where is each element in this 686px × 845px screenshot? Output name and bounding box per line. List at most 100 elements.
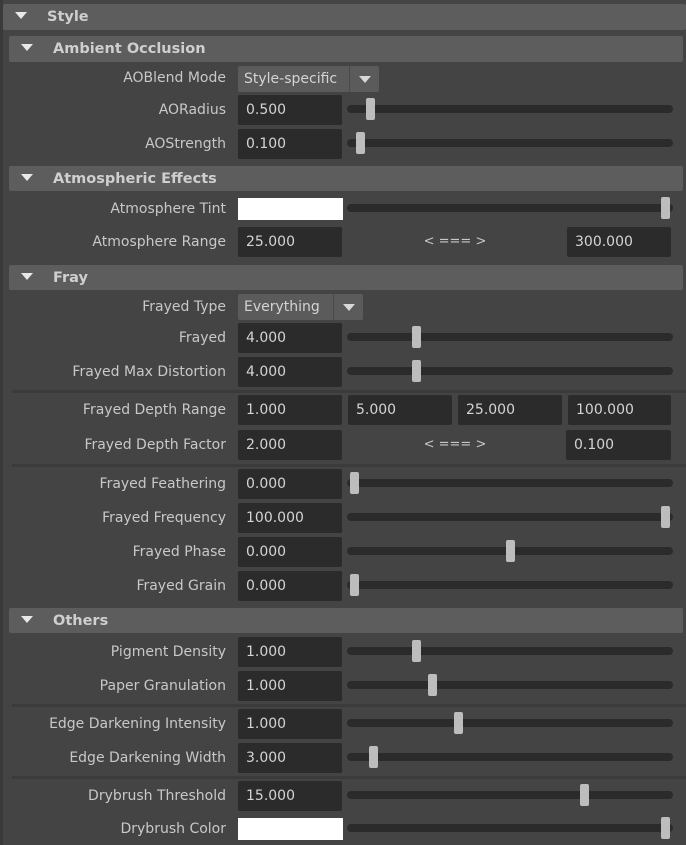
drybrush-threshold-slider[interactable]	[347, 784, 673, 806]
frayed-phase-slider[interactable]	[347, 540, 673, 562]
slider-handle[interactable]	[350, 472, 359, 494]
section-others-header[interactable]: Others	[9, 608, 683, 633]
slider-handle[interactable]	[412, 326, 422, 348]
ao-strength-slider[interactable]	[347, 132, 673, 154]
drybrush-color-label: Drybrush Color	[120, 821, 226, 837]
slider-handle[interactable]	[356, 132, 366, 154]
slider-handle[interactable]	[453, 712, 463, 734]
frayed-maxdist-field[interactable]: 4.000	[238, 357, 342, 387]
depthrange-field-3[interactable]: 25.000	[458, 395, 562, 425]
edge-width-label: Edge Darkening Width	[69, 750, 226, 766]
slider-handle[interactable]	[350, 574, 359, 596]
range-arrow: < === >	[423, 234, 487, 249]
paper-granulation-field[interactable]: 1.000	[238, 671, 342, 701]
frayed-feathering-field[interactable]: 0.000	[238, 469, 342, 499]
atmo-range-max-field[interactable]: 300.000	[567, 227, 671, 257]
edge-intensity-field[interactable]: 1.000	[238, 709, 342, 739]
atmo-tint-slider[interactable]	[347, 197, 673, 219]
depthrange-field-1[interactable]: 1.000	[238, 395, 342, 425]
frayed-frequency-label: Frayed Frequency	[102, 510, 226, 526]
atmo-tint-label: Atmosphere Tint	[110, 201, 226, 217]
drybrush-threshold-field[interactable]: 15.000	[238, 781, 342, 811]
frayed-slider[interactable]	[347, 326, 673, 348]
ao-strength-field[interactable]: 0.100	[238, 129, 342, 159]
frayed-frequency-field[interactable]: 100.000	[238, 503, 342, 533]
divider	[12, 776, 686, 779]
frayed-depthrange-label: Frayed Depth Range	[82, 402, 226, 418]
frayed-type-label: Frayed Type	[142, 299, 226, 315]
slider-handle[interactable]	[580, 784, 590, 806]
depthfactor-max-field[interactable]: 0.100	[566, 430, 671, 460]
slider-handle[interactable]	[427, 674, 437, 696]
pigment-density-field[interactable]: 1.000	[238, 637, 342, 667]
collapse-triangle-icon	[21, 273, 33, 280]
divider	[12, 390, 686, 393]
ao-radius-field[interactable]: 0.500	[238, 95, 342, 125]
edge-intensity-slider[interactable]	[347, 712, 673, 734]
ao-blend-label: AOBlend Mode	[123, 70, 226, 86]
drybrush-threshold-label: Drybrush Threshold	[88, 788, 226, 804]
slider-handle[interactable]	[369, 746, 379, 768]
frayed-feathering-slider[interactable]	[347, 472, 673, 494]
frayed-phase-label: Frayed Phase	[132, 544, 226, 560]
frayed-maxdist-label: Frayed Max Distortion	[72, 364, 226, 380]
frayed-feathering-label: Frayed Feathering	[99, 476, 226, 492]
chevron-down-icon	[343, 304, 355, 311]
frayed-frequency-slider[interactable]	[347, 506, 673, 528]
depthrange-field-2[interactable]: 5.000	[348, 395, 452, 425]
section-fray-header[interactable]: Fray	[9, 265, 683, 290]
slider-handle[interactable]	[412, 360, 422, 382]
depthfactor-min-field[interactable]: 2.000	[238, 430, 342, 460]
paper-granulation-slider[interactable]	[347, 674, 673, 696]
ao-strength-label: AOStrength	[145, 136, 226, 152]
section-title: Fray	[53, 269, 88, 286]
edge-intensity-label: Edge Darkening Intensity	[49, 716, 226, 732]
dropdown-value: Style-specific	[244, 71, 338, 87]
atmo-range-label: Atmosphere Range	[92, 234, 226, 250]
collapse-triangle-icon	[21, 44, 33, 51]
collapse-triangle-icon	[21, 616, 33, 623]
slider-handle[interactable]	[366, 98, 376, 120]
frayed-maxdist-slider[interactable]	[347, 360, 673, 382]
dropdown-value: Everything	[244, 299, 320, 315]
drybrush-color-swatch[interactable]	[238, 818, 343, 840]
collapse-triangle-icon	[15, 12, 27, 19]
depthrange-field-4[interactable]: 100.000	[568, 395, 671, 425]
section-style-header[interactable]: Style	[3, 4, 686, 30]
slider-handle[interactable]	[661, 506, 670, 528]
frayed-label: Frayed	[178, 330, 226, 346]
pigment-density-slider[interactable]	[347, 640, 673, 662]
divider	[12, 704, 686, 707]
slider-handle[interactable]	[505, 540, 515, 562]
slider-handle[interactable]	[661, 197, 670, 219]
atmo-range-min-field[interactable]: 25.000	[238, 227, 342, 257]
ao-radius-slider[interactable]	[347, 98, 673, 120]
frayed-type-dropdown[interactable]: Everything	[238, 294, 363, 320]
section-title: Ambient Occlusion	[53, 41, 206, 57]
frayed-depthfactor-label: Frayed Depth Factor	[84, 437, 226, 453]
range-arrow: < === >	[423, 437, 487, 452]
frayed-phase-field[interactable]: 0.000	[238, 537, 342, 567]
section-ao-header[interactable]: Ambient Occlusion	[9, 36, 683, 62]
slider-handle[interactable]	[661, 817, 670, 839]
ao-radius-label: AORadius	[158, 102, 226, 118]
frayed-grain-label: Frayed Grain	[136, 578, 226, 594]
edge-width-field[interactable]: 3.000	[238, 743, 342, 773]
atmo-tint-swatch[interactable]	[238, 198, 343, 220]
panel-edge	[0, 0, 3, 845]
slider-handle[interactable]	[412, 640, 422, 662]
section-title: Style	[47, 9, 89, 25]
divider	[12, 464, 686, 467]
pigment-density-label: Pigment Density	[110, 644, 226, 660]
drybrush-color-slider[interactable]	[347, 817, 673, 839]
chevron-down-icon	[359, 76, 371, 83]
frayed-grain-field[interactable]: 0.000	[238, 571, 342, 601]
edge-width-slider[interactable]	[347, 746, 673, 768]
paper-granulation-label: Paper Granulation	[99, 678, 226, 694]
section-title: Others	[53, 612, 109, 629]
section-title: Atmospheric Effects	[53, 170, 217, 187]
frayed-field[interactable]: 4.000	[238, 323, 342, 353]
section-atmo-header[interactable]: Atmospheric Effects	[9, 166, 683, 191]
frayed-grain-slider[interactable]	[347, 574, 673, 596]
ao-blend-dropdown[interactable]: Style-specific	[238, 66, 379, 92]
